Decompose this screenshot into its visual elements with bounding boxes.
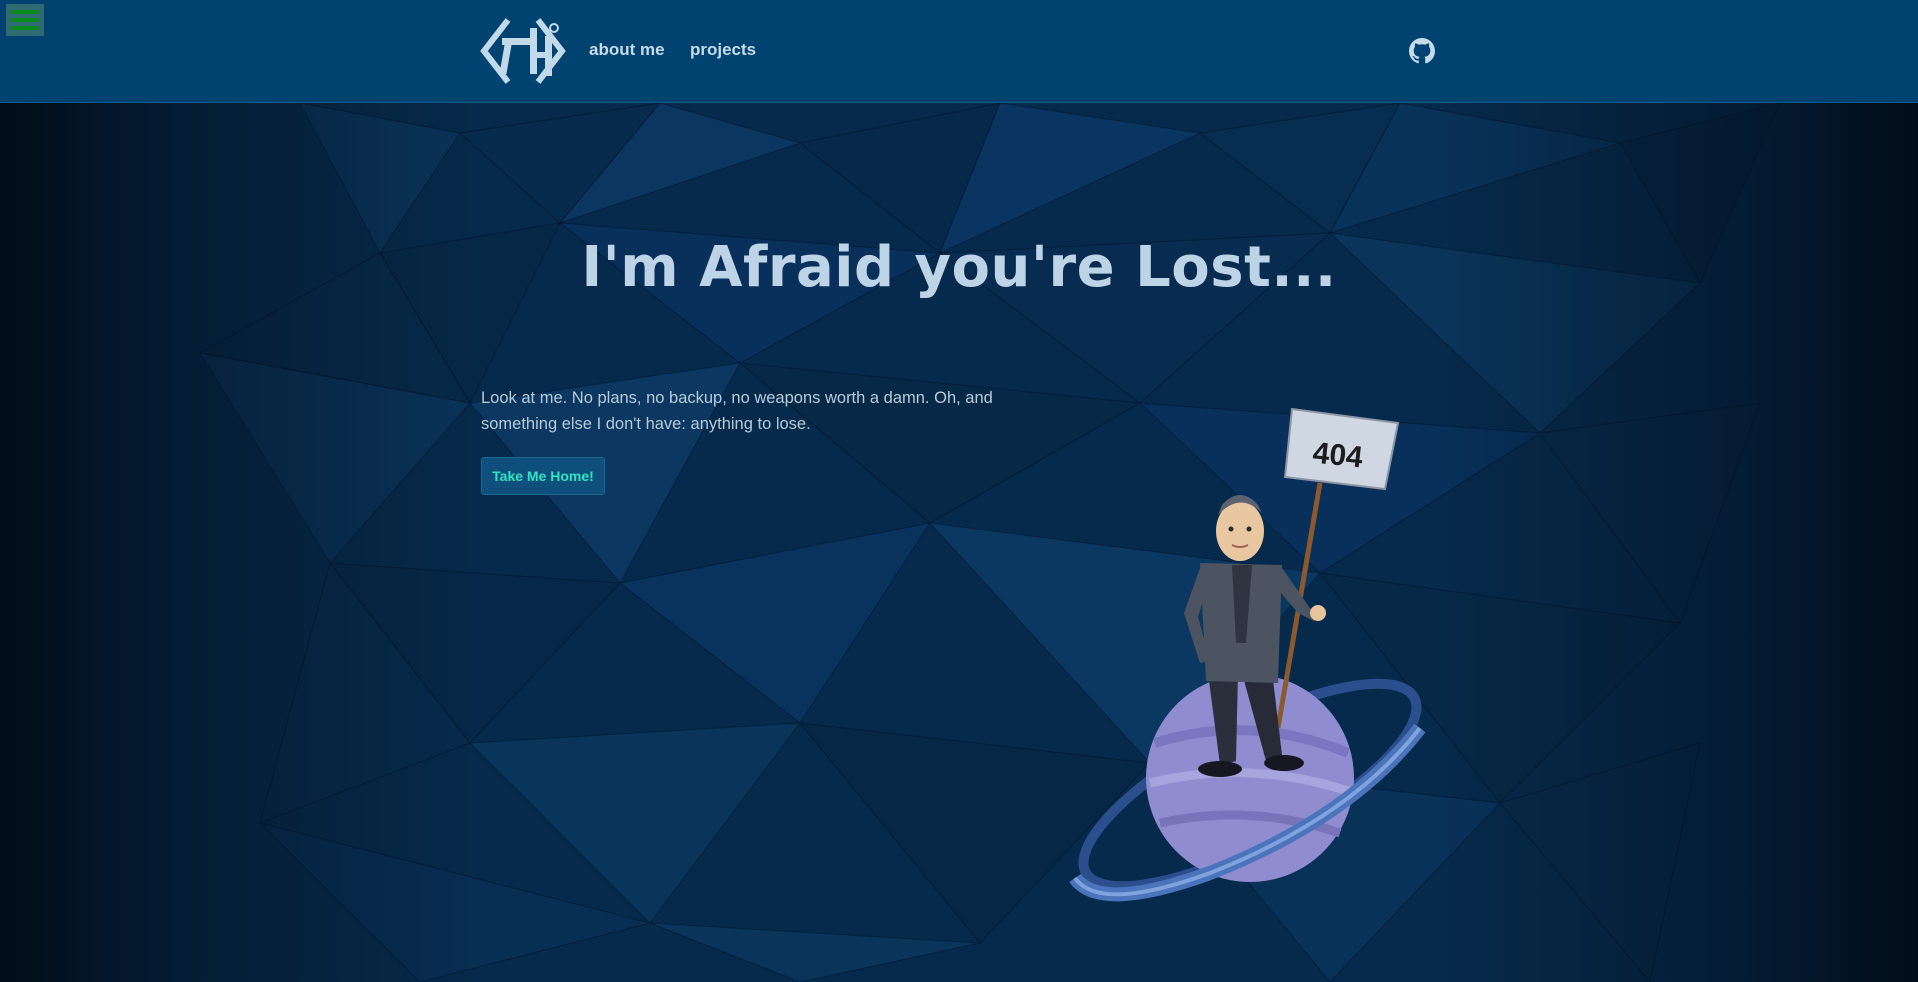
github-icon[interactable] [1409, 38, 1435, 64]
404-sign: 404 [1283, 407, 1400, 491]
th-monogram-logo[interactable] [480, 14, 566, 88]
take-me-home-button[interactable]: Take Me Home! [481, 457, 605, 495]
nav-projects-link[interactable]: projects [690, 40, 756, 60]
lost-message: Look at me. No plans, no backup, no weap… [481, 389, 993, 433]
lost-astronaut-illustration: 404 [1069, 407, 1426, 902]
page: about me projects I'm Afraid you're Lost… [0, 0, 1918, 982]
hero-section: I'm Afraid you're Lost... Look at me. No… [0, 103, 1918, 982]
page-title: I'm Afraid you're Lost... [581, 235, 1337, 300]
hamburger-menu-icon[interactable] [6, 4, 44, 36]
sign-text: 404 [1311, 436, 1365, 474]
top-navbar: about me projects [0, 0, 1918, 103]
nav-about-me-link[interactable]: about me [589, 40, 665, 60]
